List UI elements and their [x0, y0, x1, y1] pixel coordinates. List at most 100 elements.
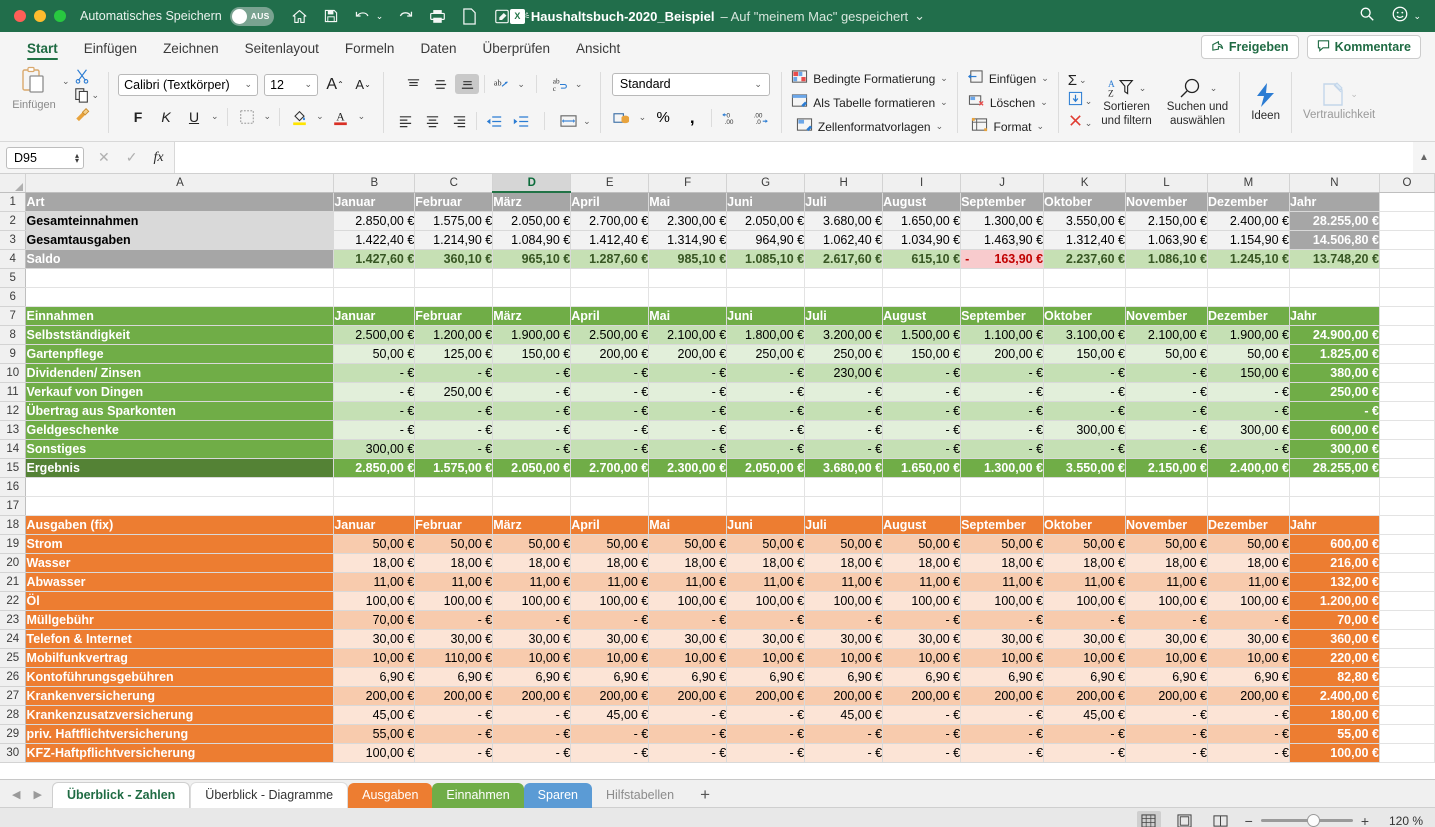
cell-value[interactable]: 18,00 €: [570, 553, 650, 573]
increase-font-size-icon[interactable]: A ⌃: [324, 74, 346, 95]
cell-value[interactable]: - €: [960, 610, 1045, 630]
print-icon[interactable]: [428, 7, 447, 26]
cell-value[interactable]: - €: [1043, 439, 1127, 459]
borders-icon[interactable]: [236, 106, 258, 127]
cell-value[interactable]: - €: [492, 401, 572, 421]
cell-year-total[interactable]: 82,80 €: [1289, 667, 1380, 687]
cell-value[interactable]: 200,00 €: [570, 344, 650, 364]
tab-daten[interactable]: Daten: [407, 39, 469, 62]
cell-value[interactable]: 10,00 €: [648, 648, 728, 668]
row-header[interactable]: 26: [0, 667, 27, 687]
cell-value[interactable]: 50,00 €: [804, 534, 884, 554]
cell-value[interactable]: Juni: [726, 515, 806, 535]
column-header-i[interactable]: I: [882, 174, 962, 193]
cell-value[interactable]: 11,00 €: [726, 572, 806, 592]
cell-value[interactable]: 1.312,40 €: [1043, 230, 1127, 250]
cell-year-total[interactable]: 100,00 €: [1289, 743, 1380, 763]
cell-value[interactable]: - €: [882, 382, 962, 402]
cell-empty[interactable]: [1379, 439, 1435, 459]
row-header[interactable]: 6: [0, 287, 27, 307]
cell-value[interactable]: - €: [492, 363, 572, 383]
cell-year-total[interactable]: 132,00 €: [1289, 572, 1380, 592]
cell-value[interactable]: Januar: [333, 515, 416, 535]
cell-value[interactable]: - €: [1043, 610, 1127, 630]
cell-empty[interactable]: [1379, 458, 1435, 478]
cell-empty[interactable]: [1379, 648, 1435, 668]
currency-chevron-down-icon[interactable]: ⌄: [639, 112, 647, 123]
cell-empty[interactable]: [333, 477, 416, 497]
cell-value[interactable]: 110,00 €: [414, 648, 494, 668]
cell-value[interactable]: - €: [492, 610, 572, 630]
cell-value[interactable]: 2.150,00 €: [1125, 458, 1208, 478]
cell-empty[interactable]: [804, 477, 884, 497]
currency-format-icon[interactable]: [610, 108, 634, 128]
cell-value[interactable]: Mai: [648, 192, 728, 212]
font-family-select[interactable]: Calibri (Textkörper) ⌄: [118, 73, 259, 96]
document-title-chevron-down-icon[interactable]: ⌄: [914, 8, 925, 24]
cell-value[interactable]: - €: [1207, 382, 1290, 402]
cell-year-total[interactable]: 55,00 €: [1289, 724, 1380, 744]
cell-empty[interactable]: [570, 268, 650, 288]
cell-value[interactable]: 11,00 €: [1043, 572, 1127, 592]
column-header-o[interactable]: O: [1379, 174, 1435, 193]
cell-value[interactable]: - €: [1125, 610, 1208, 630]
row-header[interactable]: 30: [0, 743, 27, 763]
cell-value[interactable]: 18,00 €: [492, 553, 572, 573]
cell-value[interactable]: 6,90 €: [648, 667, 728, 687]
cell-value[interactable]: 200,00 €: [1207, 686, 1290, 706]
cell-value[interactable]: - €: [1043, 743, 1127, 763]
cell-value[interactable]: 30,00 €: [882, 629, 962, 649]
cell-value[interactable]: 11,00 €: [882, 572, 962, 592]
cell-empty[interactable]: [1379, 230, 1435, 250]
cell-value[interactable]: 100,00 €: [333, 743, 416, 763]
ideas-button[interactable]: Ideen: [1245, 82, 1286, 123]
cell-value[interactable]: 1.900,00 €: [492, 325, 572, 345]
normal-view-icon[interactable]: [1136, 811, 1161, 827]
cell-value[interactable]: - €: [414, 724, 494, 744]
cell-value[interactable]: 11,00 €: [414, 572, 494, 592]
row-header[interactable]: 16: [0, 477, 27, 497]
cell-value[interactable]: Januar: [333, 192, 416, 212]
row-header[interactable]: 21: [0, 572, 27, 592]
row-header[interactable]: 12: [0, 401, 27, 421]
cell-value[interactable]: Februar: [414, 192, 494, 212]
text-orientation-icon[interactable]: ab: [490, 74, 514, 94]
cell-empty[interactable]: [1379, 268, 1435, 288]
cell-value[interactable]: 11,00 €: [1125, 572, 1208, 592]
cell-empty[interactable]: [1125, 496, 1208, 516]
cell-value[interactable]: - €: [414, 610, 494, 630]
cell-value[interactable]: 6,90 €: [492, 667, 572, 687]
cell-value[interactable]: 100,00 €: [960, 591, 1045, 611]
align-center-icon[interactable]: [420, 111, 444, 131]
account-icon[interactable]: [1391, 5, 1409, 28]
cell-year-total[interactable]: 28.255,00 €: [1289, 458, 1380, 478]
share-button[interactable]: Freigeben: [1200, 35, 1299, 59]
cell-value[interactable]: 200,00 €: [648, 344, 728, 364]
row-header[interactable]: 10: [0, 363, 27, 383]
cell-row-label[interactable]: Telefon & Internet: [25, 629, 335, 649]
fill-color-chevron-down-icon[interactable]: ⌄: [316, 111, 324, 122]
merge-chevron-down-icon[interactable]: ⌄: [583, 116, 591, 127]
cell-value[interactable]: November: [1125, 515, 1208, 535]
row-header[interactable]: 29: [0, 724, 27, 744]
cell-value[interactable]: 1.200,00 €: [414, 325, 494, 345]
cell-empty[interactable]: [1379, 534, 1435, 554]
cell-value[interactable]: 11,00 €: [648, 572, 728, 592]
cell-value[interactable]: 200,00 €: [882, 686, 962, 706]
cell-value[interactable]: 18,00 €: [414, 553, 494, 573]
row-header[interactable]: 5: [0, 268, 27, 288]
cell-value[interactable]: 50,00 €: [570, 534, 650, 554]
increase-indent-icon[interactable]: [509, 111, 533, 131]
cell-value[interactable]: 1.300,00 €: [960, 211, 1045, 231]
cell-value[interactable]: - €: [726, 382, 806, 402]
cell-value[interactable]: Februar: [414, 306, 494, 326]
cell-value[interactable]: 6,90 €: [1043, 667, 1127, 687]
cell-empty[interactable]: [1043, 268, 1127, 288]
cell-value[interactable]: August: [882, 192, 962, 212]
cell-value[interactable]: 11,00 €: [492, 572, 572, 592]
cell-value[interactable]: - €: [960, 401, 1045, 421]
cell-value[interactable]: 1.214,90 €: [414, 230, 494, 250]
cell-empty[interactable]: [492, 268, 572, 288]
cell-value[interactable]: 230,00 €: [804, 363, 884, 383]
cell-year-total[interactable]: Jahr: [1289, 515, 1380, 535]
